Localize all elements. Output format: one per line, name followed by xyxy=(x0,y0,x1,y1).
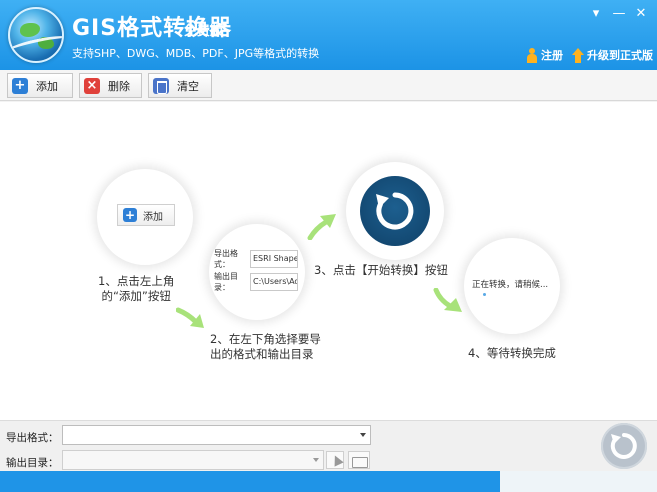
refresh-icon xyxy=(360,176,430,246)
guide-format-value: ESRI Shapefile xyxy=(250,250,298,268)
add-button-label: 添加 xyxy=(36,79,58,93)
arrow-right-down-icon xyxy=(176,307,204,328)
clear-button[interactable]: 清空 xyxy=(148,73,212,98)
toolbar: + 添加 × 删除 清空 xyxy=(0,70,657,101)
edition-label: 免费版 xyxy=(184,24,224,39)
file-list-area[interactable]: + 添加 导出格式： ESRI Shapefile 输出目录： C:\Users… xyxy=(0,102,657,420)
refresh-icon xyxy=(610,433,637,459)
guide-add-button: + 添加 xyxy=(117,204,175,226)
person-icon xyxy=(526,47,538,63)
converting-status-text: 正在转换，请稍候... xyxy=(472,280,549,290)
guide-form: 导出格式： ESRI Shapefile 输出目录： C:\Users\Adm xyxy=(214,249,298,296)
guide-dir-label: 输出目录： xyxy=(214,272,238,292)
minimize-button[interactable]: — xyxy=(610,6,628,22)
guide-add-label: 添加 xyxy=(143,211,163,223)
plus-icon: + xyxy=(123,208,137,222)
clear-button-label: 清空 xyxy=(177,79,199,93)
register-label: 注册 xyxy=(541,49,563,62)
progress-bar xyxy=(0,471,500,492)
start-convert-button[interactable] xyxy=(601,423,647,469)
export-format-select[interactable] xyxy=(62,425,371,445)
delete-button[interactable]: × 删除 xyxy=(79,73,142,98)
export-format-label: 导出格式： xyxy=(6,432,59,444)
step4-text: 4、等待转换完成 xyxy=(468,346,556,360)
pick-cursor-icon[interactable] xyxy=(326,451,344,469)
step3-text: 3、点击【开始转换】按钮 xyxy=(314,263,448,277)
guide-dir-value: C:\Users\Adm xyxy=(250,273,298,291)
arrow-right-down-icon xyxy=(433,288,462,312)
globe-logo-icon xyxy=(8,7,64,63)
plus-icon: + xyxy=(12,77,28,94)
title-bar: GIS格式转换器 免费版 支持SHP、DWG、MDB、PDF、JPG等格式的转换… xyxy=(0,0,657,70)
trash-icon xyxy=(153,77,169,94)
menu-dropdown-button[interactable]: ▾ xyxy=(587,6,605,22)
step1-text: 1、点击左上角 的“添加”按钮 xyxy=(98,274,175,303)
guide-format-label: 导出格式： xyxy=(214,249,238,269)
upgrade-link[interactable]: 升级到正式版 xyxy=(572,47,653,63)
output-dir-input[interactable] xyxy=(62,450,324,470)
chevron-down-icon xyxy=(360,433,366,437)
step2-text: 2、在左下角选择要导 出的格式和输出目录 xyxy=(210,332,321,361)
add-button[interactable]: + 添加 xyxy=(7,73,73,98)
progress-dot xyxy=(483,293,486,296)
app-subtitle: 支持SHP、DWG、MDB、PDF、JPG等格式的转换 xyxy=(72,47,320,60)
delete-x-icon: × xyxy=(84,77,100,94)
chevron-down-icon xyxy=(313,458,319,462)
arrow-up-icon xyxy=(572,47,584,63)
folder-icon[interactable] xyxy=(348,451,370,469)
progress-bar-track xyxy=(500,471,657,492)
output-dir-label: 输出目录： xyxy=(6,457,59,469)
register-link[interactable]: 注册 xyxy=(526,47,563,63)
delete-button-label: 删除 xyxy=(108,79,130,93)
close-button[interactable]: ✕ xyxy=(632,6,650,22)
arrow-right-up-icon xyxy=(307,214,336,240)
upgrade-label: 升级到正式版 xyxy=(587,49,653,62)
